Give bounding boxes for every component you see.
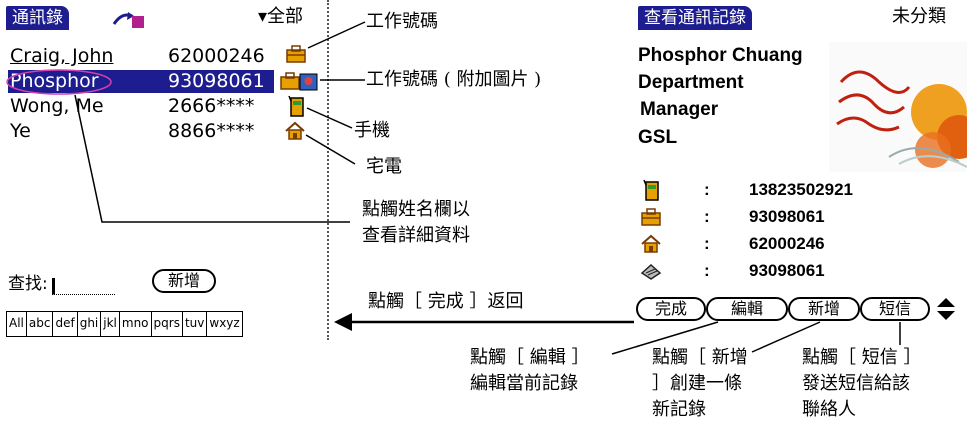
annotation-tap-new: 新記錄 xyxy=(652,399,706,420)
annotation-work-number-photo: 工作號碼 ( 附加圖片 ) xyxy=(366,69,542,90)
annotation-work-number: 工作號碼 xyxy=(366,11,438,32)
annotation-tap-new: ］創建一條 xyxy=(652,373,742,394)
annotation-tap-new: 點觸［ 新增 xyxy=(652,347,748,368)
annotation-tap-name: 查看詳細資料 xyxy=(362,225,470,246)
annotation-tap-sms: 聯絡人 xyxy=(802,399,856,420)
annotation-mobile: 手機 xyxy=(354,120,390,141)
annotation-tap-sms: 發送短信給該 xyxy=(802,373,910,394)
annotation-home: 宅電 xyxy=(366,156,402,177)
annotation-tap-edit: 編輯當前記錄 xyxy=(470,373,578,394)
annotation-tap-name: 點觸姓名欄以 xyxy=(362,199,470,220)
annotation-tap-edit: 點觸［ 編輯 ］ xyxy=(470,347,590,368)
annotation-tap-sms: 點觸［ 短信 ］ xyxy=(802,347,922,368)
annotation-tap-done: 點觸［ 完成 ］返回 xyxy=(368,291,524,312)
